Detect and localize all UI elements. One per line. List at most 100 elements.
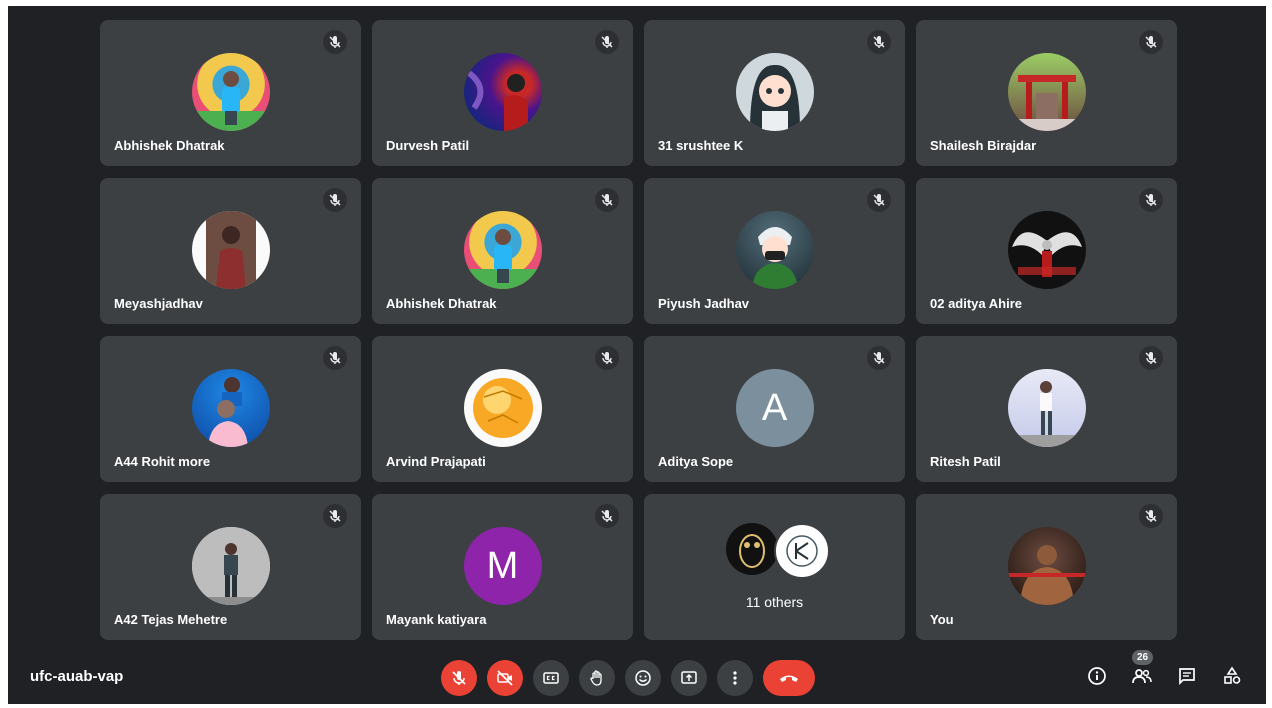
- mic-off-icon: [323, 188, 347, 212]
- hand-icon: [590, 670, 602, 686]
- emoji-icon: [635, 670, 651, 686]
- participant-tile[interactable]: Ritesh Patil: [916, 336, 1177, 482]
- participant-tile[interactable]: Abhishek Dhatrak: [372, 178, 633, 324]
- call-controls: [441, 660, 815, 696]
- camera-toggle-button[interactable]: [487, 660, 523, 696]
- participant-avatar: [735, 53, 814, 131]
- mic-off-icon: [595, 504, 619, 528]
- present-icon: [681, 671, 697, 684]
- participant-grid: Abhishek Dhatrak Durvesh Patil 31 srusht…: [100, 20, 1178, 641]
- mic-off-icon: [867, 346, 891, 370]
- participant-tile[interactable]: A44 Rohit more: [100, 336, 361, 482]
- avatar-initial: A: [761, 386, 788, 429]
- participant-tile[interactable]: A42 Tejas Mehetre: [100, 494, 361, 640]
- participant-avatar: [191, 53, 270, 131]
- meeting-details-button[interactable]: [1083, 662, 1111, 690]
- participant-avatar: [191, 369, 270, 447]
- chat-button[interactable]: [1173, 662, 1201, 690]
- others-avatar: [774, 523, 830, 579]
- more-options-button[interactable]: [717, 660, 753, 696]
- info-icon: [1088, 667, 1106, 685]
- participant-name: Abhishek Dhatrak: [386, 296, 497, 311]
- participant-name: You: [930, 612, 954, 627]
- participant-tile[interactable]: M Mayank katiyara: [372, 494, 633, 640]
- reactions-button[interactable]: [625, 660, 661, 696]
- participant-name: 02 aditya Ahire: [930, 296, 1023, 311]
- participant-name: Arvind Prajapati: [386, 454, 486, 469]
- people-button[interactable]: 26: [1128, 650, 1156, 690]
- mic-off-icon: [1139, 346, 1163, 370]
- raise-hand-button[interactable]: [579, 660, 615, 696]
- participant-name: 31 srushtee K: [658, 138, 744, 153]
- side-panel-tools: 26: [1083, 650, 1246, 690]
- participant-avatar: [1007, 53, 1086, 131]
- participant-name: Meyashjadhav: [114, 296, 203, 311]
- participant-name: Mayank katiyara: [386, 612, 487, 627]
- shapes-icon: [1224, 666, 1241, 684]
- mic-off-icon: [595, 188, 619, 212]
- mic-off-icon: [867, 30, 891, 54]
- mic-off-icon: [1139, 30, 1163, 54]
- participant-avatar: [191, 211, 270, 289]
- others-avatar: [726, 523, 778, 575]
- participant-avatar: [1007, 369, 1086, 447]
- people-count-badge: 26: [1132, 650, 1154, 665]
- participant-avatar: [463, 53, 542, 131]
- participant-avatar: A: [735, 369, 814, 447]
- people-icon: [1132, 669, 1152, 684]
- mic-off-icon: [867, 188, 891, 212]
- mic-off-icon: [595, 346, 619, 370]
- participant-name: Piyush Jadhav: [658, 296, 750, 311]
- frame-left-edge: [0, 0, 8, 708]
- bottom-toolbar: ufc-auab-vap 26: [8, 648, 1266, 704]
- mic-off-icon: [323, 30, 347, 54]
- others-count: 11 others: [745, 594, 804, 610]
- frame-bottom-edge: [0, 704, 1272, 708]
- others-tile[interactable]: 11 others: [644, 494, 905, 640]
- captions-button[interactable]: [533, 660, 569, 696]
- participant-tile[interactable]: Durvesh Patil: [372, 20, 633, 166]
- meeting-code: ufc-auab-vap: [30, 668, 124, 685]
- leave-call-button[interactable]: [763, 660, 815, 696]
- participant-avatar: [191, 527, 270, 605]
- participant-tile[interactable]: 02 aditya Ahire: [916, 178, 1177, 324]
- frame-right-edge: [1266, 0, 1272, 708]
- participant-tile[interactable]: Piyush Jadhav: [644, 178, 905, 324]
- participant-tile[interactable]: 31 srushtee K: [644, 20, 905, 166]
- participant-name: Aditya Sope: [658, 454, 734, 469]
- self-avatar: [1007, 527, 1086, 605]
- participant-avatar: M: [463, 527, 542, 605]
- participant-tile[interactable]: A Aditya Sope: [644, 336, 905, 482]
- mic-off-icon: [323, 346, 347, 370]
- mic-off-icon: [1139, 504, 1163, 528]
- camera-off-icon: [497, 670, 513, 686]
- participant-name: A44 Rohit more: [114, 454, 211, 469]
- activities-button[interactable]: [1218, 662, 1246, 690]
- participant-name: Shailesh Birajdar: [930, 138, 1037, 153]
- participant-avatar: [735, 211, 814, 289]
- participant-name: A42 Tejas Mehetre: [114, 612, 228, 627]
- mic-toggle-button[interactable]: [441, 660, 477, 696]
- mic-off-icon: [452, 671, 466, 685]
- participant-tile[interactable]: Meyashjadhav: [100, 178, 361, 324]
- present-screen-button[interactable]: [671, 660, 707, 696]
- participant-avatar: [463, 369, 542, 447]
- mic-off-icon: [595, 30, 619, 54]
- self-tile[interactable]: You: [916, 494, 1177, 640]
- participant-avatar: [463, 211, 542, 289]
- frame-top-edge: [0, 0, 1272, 6]
- participant-avatar: [1007, 211, 1086, 289]
- more-vert-icon: [733, 671, 737, 685]
- participant-name: Ritesh Patil: [930, 454, 1001, 469]
- participant-tile[interactable]: Abhishek Dhatrak: [100, 20, 361, 166]
- chat-icon: [1179, 668, 1195, 686]
- participant-tile[interactable]: Arvind Prajapati: [372, 336, 633, 482]
- closed-captions-icon: [543, 672, 559, 684]
- participant-name: Durvesh Patil: [386, 138, 470, 153]
- mic-off-icon: [1139, 188, 1163, 212]
- phone-hangup-icon: [780, 675, 798, 682]
- avatar-initial: M: [486, 544, 519, 587]
- mic-off-icon: [323, 504, 347, 528]
- participant-name: Abhishek Dhatrak: [114, 138, 225, 153]
- participant-tile[interactable]: Shailesh Birajdar: [916, 20, 1177, 166]
